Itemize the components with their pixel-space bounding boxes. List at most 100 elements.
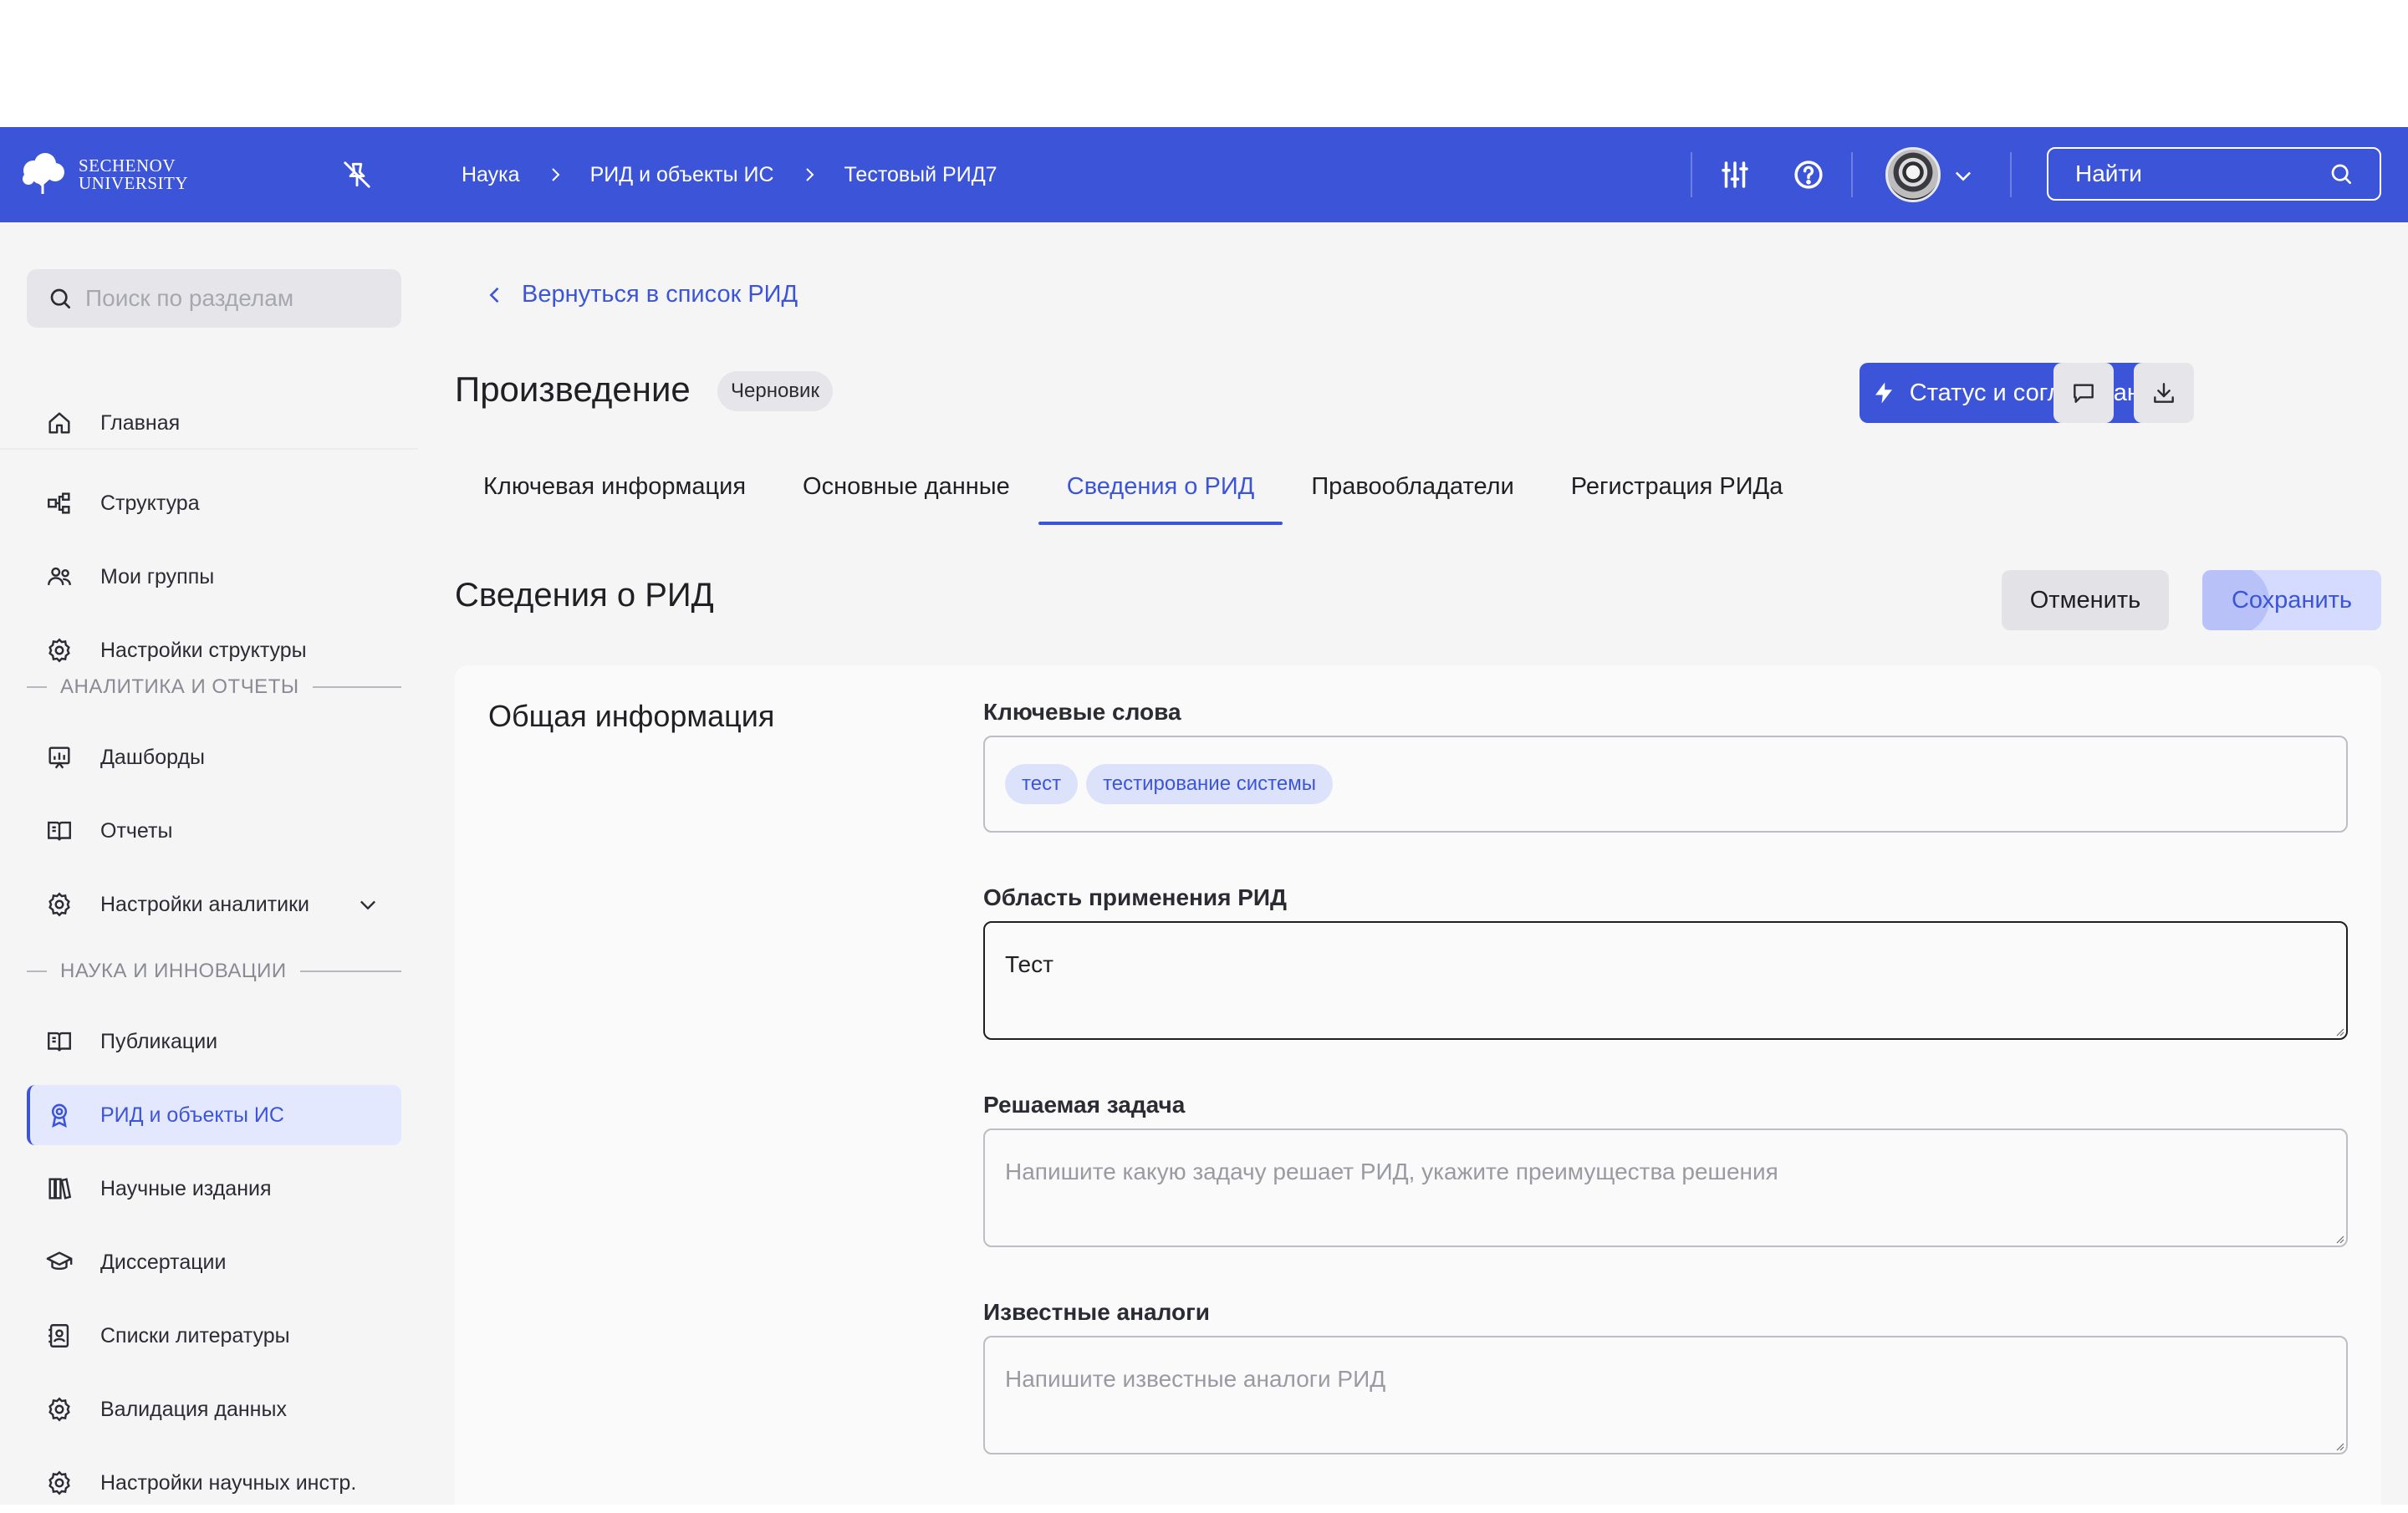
sidebar-item-science-settings[interactable]: Настройки научных инстр.	[27, 1453, 401, 1513]
sidebar-item-dashboards[interactable]: Дашборды	[27, 727, 401, 787]
sidebar-item-publications[interactable]: Публикации	[27, 1011, 401, 1072]
library-icon	[48, 1178, 72, 1200]
sidebar-item-references[interactable]: Списки литературы	[27, 1306, 401, 1366]
tab-rid-info[interactable]: Сведения о РИД	[1038, 466, 1283, 525]
analogs-label: Известные аналоги	[983, 1299, 1211, 1325]
keywords-field[interactable]: тест тестирование системы	[983, 736, 2348, 833]
general-info-card: Общая информация Ключевые слова тест тес…	[455, 665, 2381, 1505]
analogs-textarea[interactable]: Напишите известные аналоги РИД	[983, 1336, 2348, 1454]
chevron-right-icon	[551, 168, 559, 181]
groups-icon	[48, 567, 71, 586]
sidebar-item-analytics-settings[interactable]: Настройки аналитики	[27, 874, 401, 935]
sidebar-item-label: Валидация данных	[100, 1397, 287, 1421]
section-label-text: НАУКА И ИННОВАЦИИ	[60, 960, 287, 982]
download-icon	[2154, 383, 2174, 403]
sidebar-search-input[interactable]: Поиск по разделам	[27, 269, 401, 328]
award-icon	[51, 1103, 68, 1128]
tab-key-info[interactable]: Ключевая информация	[455, 466, 774, 525]
card-heading: Общая информация	[488, 699, 775, 733]
sidebar-item-groups[interactable]: Мои группы	[27, 547, 401, 607]
book-icon	[48, 821, 71, 841]
header-divider	[1691, 152, 1692, 197]
keyword-tag[interactable]: тест	[1005, 764, 1079, 804]
sidebar-item-label: Дашборды	[100, 745, 205, 769]
home-icon	[48, 412, 70, 434]
tab-rights-holders[interactable]: Правообладатели	[1283, 466, 1542, 525]
structure-icon	[48, 492, 70, 514]
top-blank-area	[0, 0, 2408, 127]
sidebar-item-label: Мои группы	[100, 564, 215, 588]
status-approval-button[interactable]: Статус и согласование	[1860, 363, 2179, 423]
header-divider	[1851, 152, 1853, 197]
status-button-label: Статус и согласование	[1909, 379, 2168, 406]
section-label-analytics: АНАЛИТИКА И ОТЧЕТЫ	[27, 675, 401, 699]
sidebar-item-dissertations[interactable]: Диссертации	[27, 1232, 401, 1292]
book-icon	[48, 1032, 71, 1052]
gear-icon	[48, 892, 70, 917]
keywords-tags: тест тестирование системы	[985, 737, 2346, 831]
sidebar-item-journals[interactable]: Научные издания	[27, 1159, 401, 1219]
task-placeholder: Напишите какую задачу решает РИД, укажит…	[1005, 1159, 1778, 1184]
section-dash	[27, 686, 47, 688]
sidebar-item-label: Публикации	[100, 1029, 218, 1053]
chevron-left-icon	[489, 287, 499, 303]
logo-line-2: UNIVERSITY	[79, 173, 188, 193]
task-textarea[interactable]: Напишите какую задачу решает РИД, укажит…	[983, 1128, 2348, 1247]
logo[interactable]: SECHENOV UNIVERSITY	[17, 152, 188, 197]
download-button[interactable]	[2134, 363, 2194, 423]
pin-off-icon[interactable]	[341, 159, 373, 191]
sidebar-item-label: Структура	[100, 491, 200, 515]
analogs-placeholder: Напишите известные аналоги РИД	[1005, 1366, 1386, 1392]
section-dash	[27, 970, 47, 972]
save-button[interactable]: Сохранить	[2202, 570, 2381, 630]
lightning-icon	[1875, 382, 1892, 404]
sliders-icon[interactable]	[1717, 157, 1752, 192]
tab-registration[interactable]: Регистрация РИДа	[1543, 466, 1812, 525]
chevron-down-icon[interactable]	[1951, 164, 1975, 187]
task-label: Решаемая задача	[983, 1092, 1186, 1118]
tabs: Ключевая информация Основные данные Свед…	[455, 466, 1811, 525]
section-line	[299, 970, 401, 972]
sidebar-item-label: Настройки научных инстр.	[100, 1470, 357, 1495]
tab-main-data[interactable]: Основные данные	[774, 466, 1038, 525]
sidebar-item-label: Главная	[100, 410, 181, 435]
sidebar-item-home[interactable]: Главная	[27, 393, 401, 453]
gear-icon	[48, 1470, 70, 1495]
breadcrumb-rid[interactable]: РИД и объекты ИС	[590, 163, 774, 187]
breadcrumb-science[interactable]: Наука	[462, 163, 520, 187]
sidebar-item-structure-settings[interactable]: Настройки структуры	[27, 620, 401, 680]
chevron-down-icon[interactable]	[356, 893, 380, 916]
search-icon[interactable]	[2328, 160, 2354, 187]
sidebar-item-label: Настройки аналитики	[100, 892, 310, 916]
sidebar-item-data-validation[interactable]: Валидация данных	[27, 1379, 401, 1439]
sidebar-item-rid[interactable]: РИД и объекты ИС	[27, 1085, 401, 1145]
avatar[interactable]	[1885, 147, 1941, 202]
top-header: SECHENOV UNIVERSITY Наука РИД и объекты …	[0, 127, 2408, 222]
sidebar-item-label: Диссертации	[100, 1250, 227, 1274]
sidebar: Поиск по разделам Главная Структура Мои …	[0, 222, 418, 1505]
cancel-button[interactable]: Отменить	[2002, 570, 2169, 630]
scope-textarea[interactable]: Тест	[983, 921, 2348, 1040]
back-link-label: Вернуться в список РИД	[522, 281, 798, 308]
logo-line-1: SECHENOV	[79, 155, 176, 176]
contacts-book-icon	[48, 1324, 69, 1347]
main-content: Вернуться в список РИД Произведение Черн…	[418, 222, 2408, 1505]
status-badge: Черновик	[717, 371, 833, 411]
sidebar-item-structure[interactable]: Структура	[27, 473, 401, 533]
sidebar-item-reports[interactable]: Отчеты	[27, 801, 401, 861]
section-label-science: НАУКА И ИННОВАЦИИ	[27, 960, 401, 983]
back-to-list-link[interactable]: Вернуться в список РИД	[483, 281, 798, 308]
gear-icon	[48, 638, 70, 663]
scope-value: Тест	[1005, 951, 1054, 977]
sidebar-divider	[0, 448, 418, 450]
page-title: Произведение	[455, 369, 691, 409]
keywords-label: Ключевые слова	[983, 699, 1181, 725]
keyword-tag[interactable]: тестирование системы	[1086, 764, 1333, 804]
resize-handle-icon[interactable]	[2333, 1232, 2344, 1244]
global-search-input[interactable]: Найти	[2047, 147, 2381, 201]
help-icon[interactable]	[1791, 157, 1826, 192]
resize-handle-icon[interactable]	[2333, 1025, 2344, 1037]
comments-button[interactable]	[2053, 363, 2114, 423]
resize-handle-icon[interactable]	[2333, 1439, 2344, 1451]
header-divider	[2010, 152, 2012, 197]
